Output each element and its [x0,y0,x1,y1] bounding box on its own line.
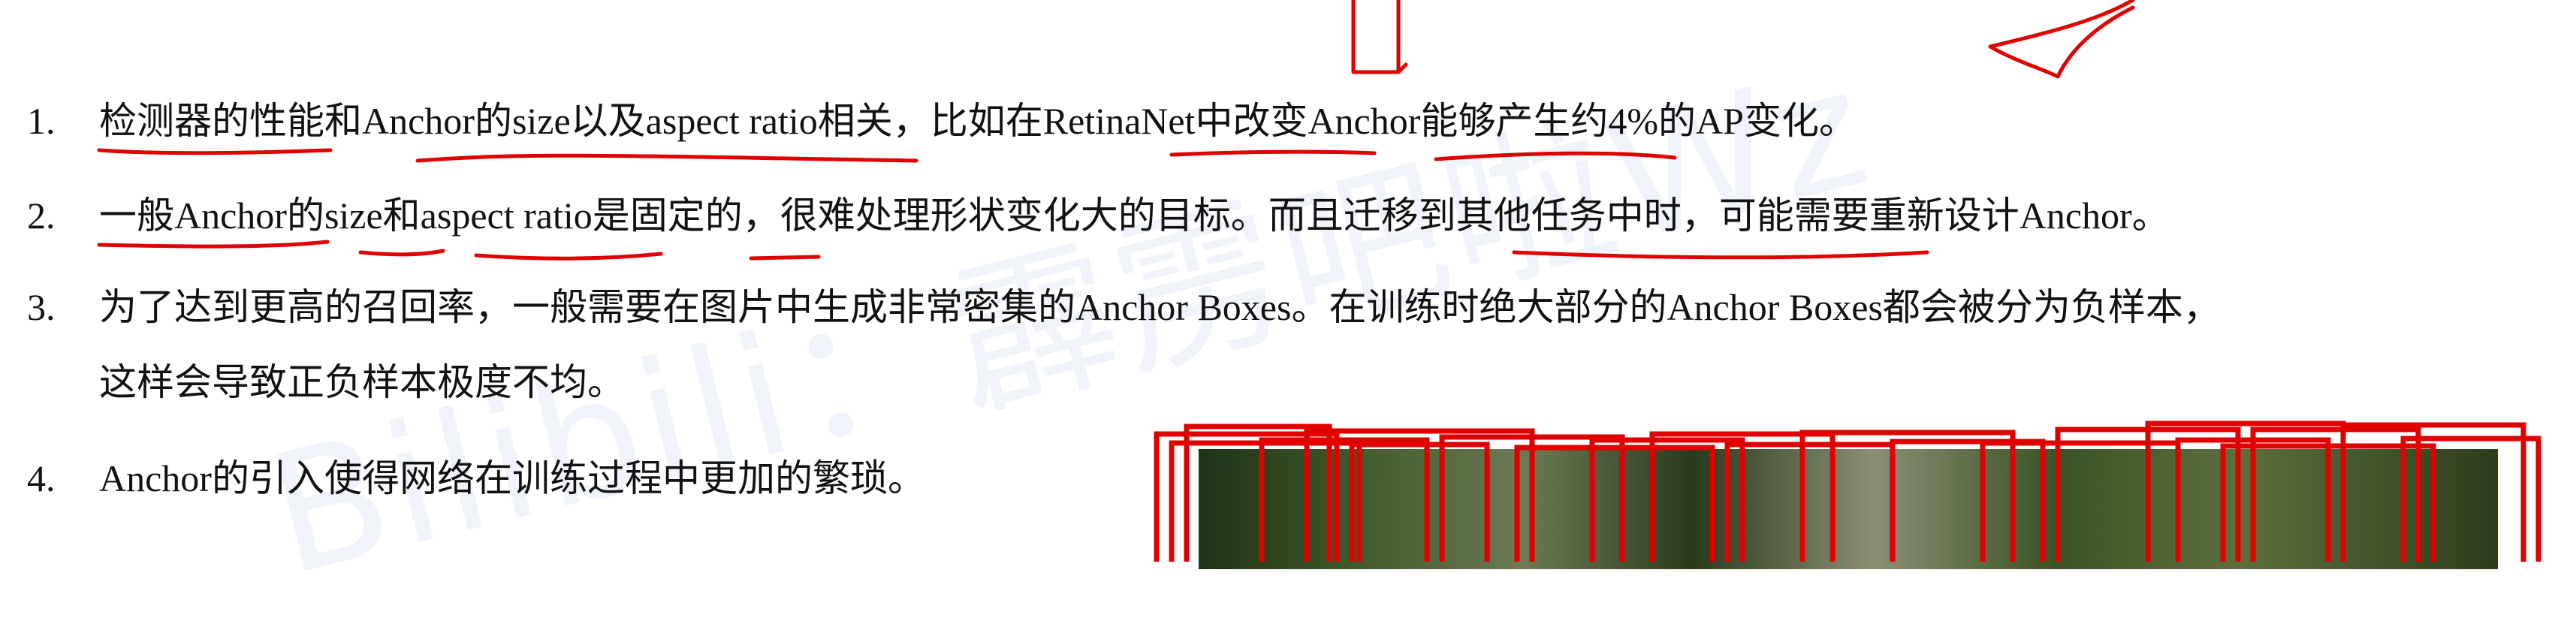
pen-stroke-top-left [1351,0,1408,74]
list-text: 为了达到更高的召回率，一般需要在图片中生成非常密集的Anchor Boxes。在… [99,286,2221,328]
list-text: 检测器的性能和Anchor的size以及aspect ratio相关，比如在Re… [99,100,1857,142]
underline-stroke [415,153,918,163]
list-number: 2. [27,194,56,237]
underline-stroke [474,252,663,261]
list-text: 这样会导致正负样本极度不均。 [99,361,625,403]
underline-stroke [97,148,333,155]
list-number: 4. [27,457,56,499]
list-number: 1. [27,100,56,142]
pen-stroke-top-right [1988,0,2135,79]
list-text: Anchor的引入使得网络在训练过程中更加的繁琐。 [99,457,925,499]
list-number: 3. [27,286,56,328]
detection-image [1199,449,2498,569]
list-text: 一般Anchor的size和aspect ratio是固定的，很难处理形状变化大… [99,194,2170,237]
underline-stroke [97,240,330,249]
underline-stroke [358,249,445,257]
